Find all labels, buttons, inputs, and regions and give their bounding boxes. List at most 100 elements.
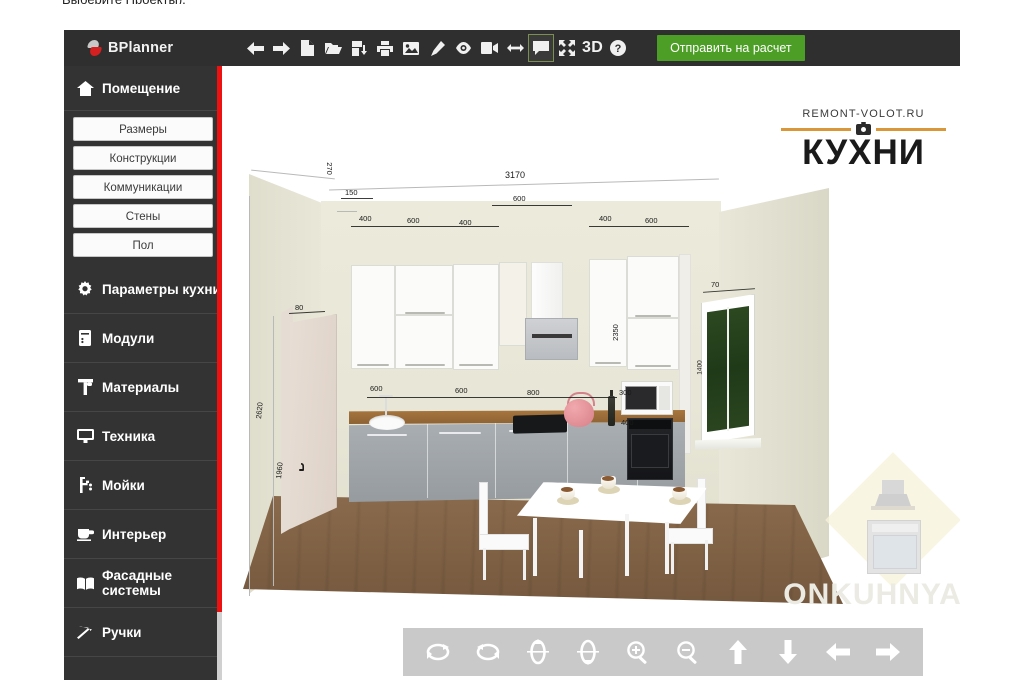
sidebar-scrollbar[interactable] [217, 66, 222, 680]
camera-icon [856, 122, 871, 135]
print-icon[interactable] [372, 34, 398, 62]
sidebar-btn-konstrukcii[interactable]: Конструкции [73, 146, 213, 170]
upper-cabinet-7[interactable] [627, 256, 679, 318]
faucet[interactable] [385, 396, 387, 416]
sidebar-item-label: Материалы [102, 379, 180, 395]
forward-arrow-icon[interactable] [268, 34, 294, 62]
rotate-right-icon[interactable] [468, 632, 508, 672]
sidebar-btn-kommunikacii[interactable]: Коммуникации [73, 175, 213, 199]
dim-wall-total: 3170 [505, 170, 526, 180]
base-handle [439, 432, 481, 434]
tilt-down-icon[interactable] [568, 632, 608, 672]
sidebar-btn-razmery[interactable]: Размеры [73, 117, 213, 141]
sidebar-item-ruchki[interactable]: Ручки [64, 608, 222, 657]
eye-icon[interactable] [450, 34, 476, 62]
range-hood-slot [532, 334, 572, 338]
handle-icon [76, 623, 94, 641]
cabinet-divider [427, 424, 428, 498]
cooktop[interactable] [513, 414, 567, 434]
upper-cabinet-5[interactable] [499, 262, 527, 346]
watermark-site-url: REMONT-VOLOT.RU [802, 108, 925, 120]
pan-right-icon[interactable] [868, 632, 908, 672]
dim-lower-sink: 600 [370, 384, 383, 393]
table-leg [665, 522, 669, 574]
arrows-horizontal-icon[interactable] [502, 34, 528, 62]
app-title: BPlanner [108, 40, 174, 56]
faucet-icon [76, 476, 94, 494]
cabinet-handle [635, 365, 671, 367]
pan-up-icon[interactable] [718, 632, 758, 672]
pan-left-icon[interactable] [818, 632, 858, 672]
pan-down-icon[interactable] [768, 632, 808, 672]
sidebar-item-parametry-kuhni[interactable]: Параметры кухни [64, 265, 222, 314]
video-camera-icon[interactable] [476, 34, 502, 62]
oven-control-panel [629, 420, 671, 429]
fullscreen-icon[interactable] [554, 34, 580, 62]
upper-cabinet-6[interactable] [589, 259, 627, 367]
rotate-left-icon[interactable] [418, 632, 458, 672]
sink[interactable] [369, 415, 405, 430]
svg-text:?: ? [615, 43, 622, 55]
upper-cabinet-4[interactable] [453, 264, 499, 370]
bplanner-logo-icon [86, 39, 103, 58]
sidebar-item-label: Ручки [102, 624, 142, 640]
upper-cabinet-1[interactable] [351, 265, 395, 369]
sidebar-item-label: Модули [102, 330, 155, 346]
door[interactable] [290, 314, 337, 529]
send-to-calculation-button[interactable]: Отправить на расчет [657, 35, 805, 61]
dim-line [492, 205, 572, 206]
page-cutoff-text: Выберите Проекты). [62, 0, 186, 4]
gear-icon [76, 280, 94, 298]
bplanner-app: BPlanner 3D ? Отправить на расчет Помеще… [64, 30, 960, 680]
module-icon [76, 329, 94, 347]
new-file-icon[interactable] [294, 34, 320, 62]
dim-line [249, 196, 250, 596]
dim-ceiling-depth: 270 [324, 162, 334, 175]
toolbar-icons: 3D ? [242, 34, 631, 62]
cabinet-handle [459, 364, 493, 366]
sidebar-btn-pol[interactable]: Пол [73, 233, 213, 257]
sidebar-group-label: Помещение [102, 80, 181, 96]
design-viewport-3d[interactable]: 270 3170 150 600 400 600 400 400 600 600… [227, 66, 960, 680]
range-hood-chimney[interactable] [531, 262, 563, 320]
dim-upper-right-2: 600 [645, 216, 658, 225]
mode-3d-label[interactable]: 3D [582, 39, 603, 57]
sidebar-item-pomeshchenie[interactable]: Помещение [64, 66, 222, 111]
sidebar-scrollbar-thumb[interactable] [217, 66, 222, 612]
sidebar-item-tehnika[interactable]: Техника [64, 412, 222, 461]
zoom-in-icon[interactable] [618, 632, 658, 672]
dim-upper-left-2: 600 [407, 216, 420, 225]
dim-hood-width: 600 [513, 194, 526, 203]
zoom-out-icon[interactable] [668, 632, 708, 672]
back-arrow-icon[interactable] [242, 34, 268, 62]
sidebar-item-materialy[interactable]: Материалы [64, 363, 222, 412]
image-icon[interactable] [398, 34, 424, 62]
sidebar-item-interer[interactable]: Интерьер [64, 510, 222, 559]
dim-backsplash: 300 [619, 388, 632, 397]
upper-cabinet-3[interactable] [395, 315, 453, 369]
sidebar-item-fasadnye-sistemy[interactable]: Фасадные системы [64, 559, 222, 608]
help-icon[interactable]: ? [605, 34, 631, 62]
pencil-icon[interactable] [424, 34, 450, 62]
oil-bottle[interactable] [608, 396, 615, 426]
save-icon[interactable] [346, 34, 372, 62]
upper-cabinet-2[interactable] [395, 265, 453, 315]
left-sidebar: Помещение Размеры Конструкции Коммуникац… [64, 66, 222, 680]
tilt-up-icon[interactable] [518, 632, 558, 672]
sidebar-item-mojki[interactable]: Мойки [64, 461, 222, 510]
dim-upper-left-1: 400 [359, 214, 372, 223]
open-folder-icon[interactable] [320, 34, 346, 62]
cabinet-handle [635, 315, 671, 317]
kettle[interactable] [564, 399, 594, 427]
sidebar-item-moduli[interactable]: Модули [64, 314, 222, 363]
dim-line [589, 226, 689, 227]
range-hood[interactable] [525, 318, 578, 360]
comment-icon[interactable] [528, 34, 554, 62]
dim-door-width: 80 [295, 303, 304, 312]
app-logo: BPlanner [64, 30, 224, 66]
sidebar-item-label: Параметры кухни [102, 281, 221, 297]
microwave-panel [659, 386, 670, 410]
sidebar-btn-steny[interactable]: Стены [73, 204, 213, 228]
dim-window-height: 1400 [696, 360, 704, 375]
upper-cabinet-8[interactable] [627, 318, 679, 370]
